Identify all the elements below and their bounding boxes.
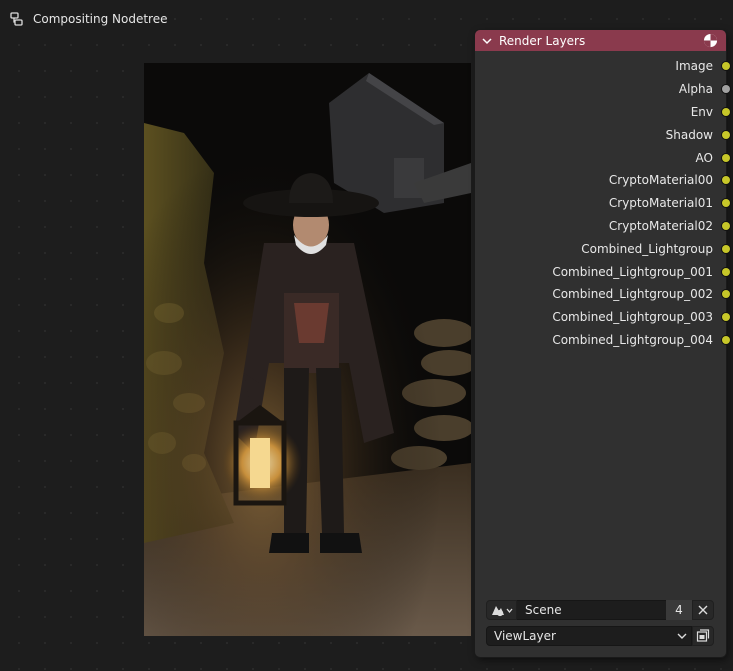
node-header[interactable]: Render Layers	[475, 30, 726, 51]
socket-label: Combined_Lightgroup_001	[552, 264, 713, 279]
backdrop-image	[144, 63, 471, 636]
output-ao: AO	[475, 146, 730, 169]
socket-label: Combined_Lightgroup	[581, 241, 713, 256]
node-tree-icon	[10, 12, 23, 26]
output-combined-lightgroup-001: Combined_Lightgroup_001	[475, 260, 730, 283]
output-sockets: Image Alpha Env Shadow AO CryptoMaterial…	[475, 55, 730, 352]
socket-label: Image	[675, 59, 713, 74]
socket-cryptomaterial00[interactable]	[722, 176, 730, 185]
socket-alpha[interactable]	[722, 85, 730, 94]
render-layers-node[interactable]: Render Layers Image Alpha Env Shadow AO …	[475, 30, 730, 657]
scene-users-count[interactable]: 4	[666, 600, 692, 620]
socket-label: Combined_Lightgroup_004	[552, 332, 713, 347]
output-cryptomaterial00: CryptoMaterial00	[475, 169, 730, 192]
render-result-icon[interactable]	[703, 33, 718, 48]
socket-label: Combined_Lightgroup_003	[552, 310, 713, 325]
socket-label: CryptoMaterial02	[608, 218, 713, 233]
socket-cryptomaterial02[interactable]	[722, 221, 730, 230]
output-alpha: Alpha	[475, 78, 730, 101]
socket-image[interactable]	[722, 62, 730, 71]
socket-label: Combined_Lightgroup_002	[552, 287, 713, 302]
chevron-down-icon	[677, 633, 687, 639]
output-combined-lightgroup-003: Combined_Lightgroup_003	[475, 306, 730, 329]
scene-unlink-button[interactable]	[692, 600, 714, 620]
socket-combined-lightgroup-004[interactable]	[722, 335, 730, 344]
backdrop-render-image	[144, 63, 471, 636]
node-title: Render Layers	[499, 33, 586, 48]
output-combined-lightgroup: Combined_Lightgroup	[475, 237, 730, 260]
socket-combined-lightgroup-001[interactable]	[722, 267, 730, 276]
editor-header: Compositing Nodetree	[9, 10, 168, 28]
render-layer-icon	[696, 629, 710, 642]
socket-label: Env	[690, 104, 713, 119]
socket-env[interactable]	[722, 107, 730, 116]
scene-browse-button[interactable]	[486, 600, 517, 620]
socket-combined-lightgroup[interactable]	[722, 244, 730, 253]
view-layer-selector: ViewLayer	[486, 626, 714, 646]
output-combined-lightgroup-002: Combined_Lightgroup_002	[475, 283, 730, 306]
view-layer-name: ViewLayer	[494, 629, 556, 643]
output-cryptomaterial01: CryptoMaterial01	[475, 192, 730, 215]
node-editor-canvas[interactable]: Compositing Nodetree Render Layers Image…	[0, 0, 733, 671]
socket-combined-lightgroup-002[interactable]	[722, 290, 730, 299]
output-env: Env	[475, 101, 730, 124]
output-combined-lightgroup-004: Combined_Lightgroup_004	[475, 329, 730, 352]
socket-shadow[interactable]	[722, 130, 730, 139]
render-layer-button[interactable]	[692, 626, 714, 646]
view-layer-dropdown[interactable]: ViewLayer	[486, 626, 692, 646]
socket-label: AO	[695, 150, 713, 165]
scene-name-field[interactable]: Scene	[517, 600, 666, 620]
socket-label: Shadow	[665, 127, 713, 142]
output-shadow: Shadow	[475, 123, 730, 146]
editor-title: Compositing Nodetree	[33, 12, 168, 26]
socket-combined-lightgroup-003[interactable]	[722, 313, 730, 322]
socket-label: CryptoMaterial00	[608, 173, 713, 188]
socket-label: CryptoMaterial01	[608, 196, 713, 211]
output-image: Image	[475, 55, 730, 78]
chevron-down-icon[interactable]	[481, 35, 493, 47]
output-cryptomaterial02: CryptoMaterial02	[475, 215, 730, 238]
socket-label: Alpha	[678, 82, 713, 97]
socket-cryptomaterial01[interactable]	[722, 199, 730, 208]
scene-browse-icon	[491, 606, 512, 617]
socket-ao[interactable]	[722, 153, 730, 162]
close-icon	[698, 605, 708, 615]
scene-selector: Scene 4	[486, 600, 714, 620]
